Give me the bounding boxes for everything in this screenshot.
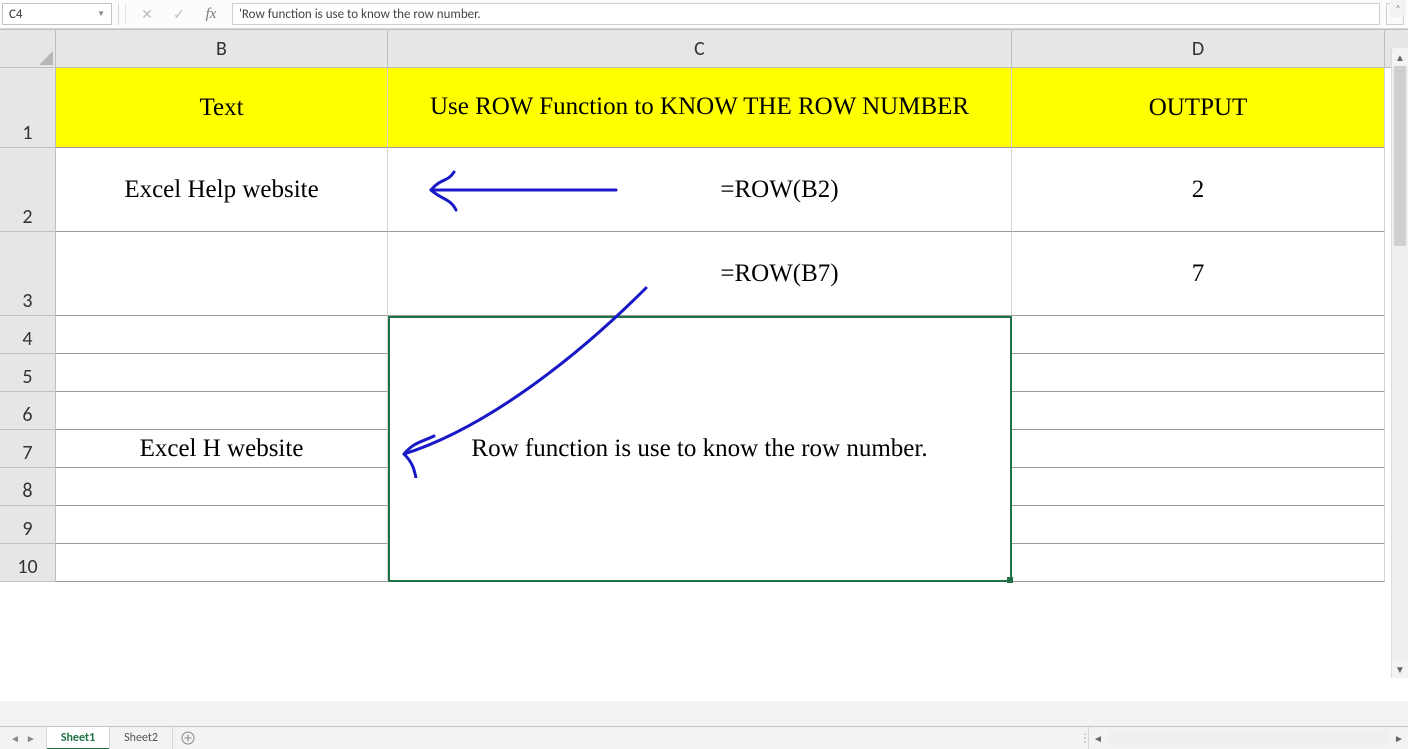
scroll-right-button[interactable]: ► [1390, 729, 1408, 747]
cell-B1[interactable]: Text [56, 68, 388, 148]
column-headers: B C D [56, 30, 1408, 68]
formula-input[interactable]: 'Row function is use to know the row num… [232, 3, 1380, 25]
cell-C4[interactable]: Row function is use to know the row numb… [388, 316, 1012, 582]
row-header-1[interactable]: 1 [0, 68, 55, 148]
cell-D6[interactable] [1012, 392, 1385, 430]
row-header-9[interactable]: 9 [0, 506, 55, 544]
cell-B9[interactable] [56, 506, 388, 544]
tab-sheet2[interactable]: Sheet2 [110, 727, 173, 749]
column-header-C[interactable]: C [388, 30, 1012, 67]
spreadsheet-grid[interactable]: B C D 1 2 3 4 5 6 7 8 9 10 Text Use ROW … [0, 29, 1408, 701]
row-header-5[interactable]: 5 [0, 354, 55, 392]
row-header-10[interactable]: 10 [0, 544, 55, 582]
tab-nav[interactable]: ◄ ► [0, 727, 47, 749]
cell-D8[interactable] [1012, 468, 1385, 506]
row-header-8[interactable]: 8 [0, 468, 55, 506]
plus-circle-icon [181, 731, 195, 745]
select-all-corner[interactable] [0, 30, 56, 68]
add-sheet-button[interactable] [173, 727, 203, 749]
row-header-7[interactable]: 7 [0, 430, 55, 468]
cell-B7[interactable]: Excel H website [56, 430, 388, 468]
cell-B8[interactable] [56, 468, 388, 506]
formula-bar: C4 ▼ ✕ ✓ fx 'Row function is use to know… [0, 0, 1408, 29]
name-box[interactable]: C4 ▼ [2, 3, 112, 25]
hscroll-track[interactable] [1109, 730, 1388, 746]
sheet-tab-bar: ◄ ► Sheet1 Sheet2 ⋮ ◄ ► [0, 726, 1408, 749]
tab-nav-prev-icon[interactable]: ◄ [10, 732, 20, 745]
ribbon-collapse-button[interactable]: ˄ [1390, 0, 1406, 17]
row-headers: 1 2 3 4 5 6 7 8 9 10 [0, 68, 56, 582]
row-header-3[interactable]: 3 [0, 232, 55, 316]
cell-B6[interactable] [56, 392, 388, 430]
insert-function-button[interactable]: fx [200, 6, 222, 23]
separator [125, 4, 126, 24]
cell-B5[interactable] [56, 354, 388, 392]
cell-D10[interactable] [1012, 544, 1385, 582]
column-header-B[interactable]: B [56, 30, 388, 67]
cell-B10[interactable] [56, 544, 388, 582]
formula-input-value: 'Row function is use to know the row num… [239, 7, 481, 22]
cell-D5[interactable] [1012, 354, 1385, 392]
column-header-D[interactable]: D [1012, 30, 1385, 67]
cell-B2[interactable]: Excel Help website [56, 148, 388, 232]
scroll-down-button[interactable]: ▼ [1392, 660, 1408, 678]
cell-C1[interactable]: Use ROW Function to KNOW THE ROW NUMBER [388, 68, 1012, 148]
accept-formula-button[interactable]: ✓ [168, 6, 190, 23]
scroll-left-button[interactable]: ◄ [1089, 729, 1107, 747]
horizontal-scrollbar[interactable]: ◄ ► [1088, 727, 1408, 749]
cell-D4[interactable] [1012, 316, 1385, 354]
scroll-up-button[interactable]: ▲ [1392, 48, 1408, 66]
tab-sheet1[interactable]: Sheet1 [47, 727, 110, 749]
cell-D7[interactable] [1012, 430, 1385, 468]
cell-C3[interactable]: =ROW(B7) [388, 232, 1012, 316]
cancel-formula-button[interactable]: ✕ [136, 6, 158, 23]
cell-D1[interactable]: OUTPUT [1012, 68, 1385, 148]
chevron-down-icon[interactable]: ▼ [97, 9, 105, 19]
cell-D2[interactable]: 2 [1012, 148, 1385, 232]
name-box-value: C4 [9, 7, 23, 22]
cell-area: Text Use ROW Function to KNOW THE ROW NU… [56, 68, 1408, 701]
tab-nav-next-icon[interactable]: ► [26, 732, 36, 745]
cell-B4[interactable] [56, 316, 388, 354]
scroll-track[interactable] [1392, 66, 1408, 660]
row-header-4[interactable]: 4 [0, 316, 55, 354]
vertical-scrollbar[interactable]: ▲ ▼ [1391, 48, 1408, 678]
row-header-2[interactable]: 2 [0, 148, 55, 232]
row-header-6[interactable]: 6 [0, 392, 55, 430]
cell-B3[interactable] [56, 232, 388, 316]
cell-D9[interactable] [1012, 506, 1385, 544]
cell-C2[interactable]: =ROW(B2) [388, 148, 1012, 232]
scroll-thumb[interactable] [1394, 66, 1406, 246]
cell-D3[interactable]: 7 [1012, 232, 1385, 316]
